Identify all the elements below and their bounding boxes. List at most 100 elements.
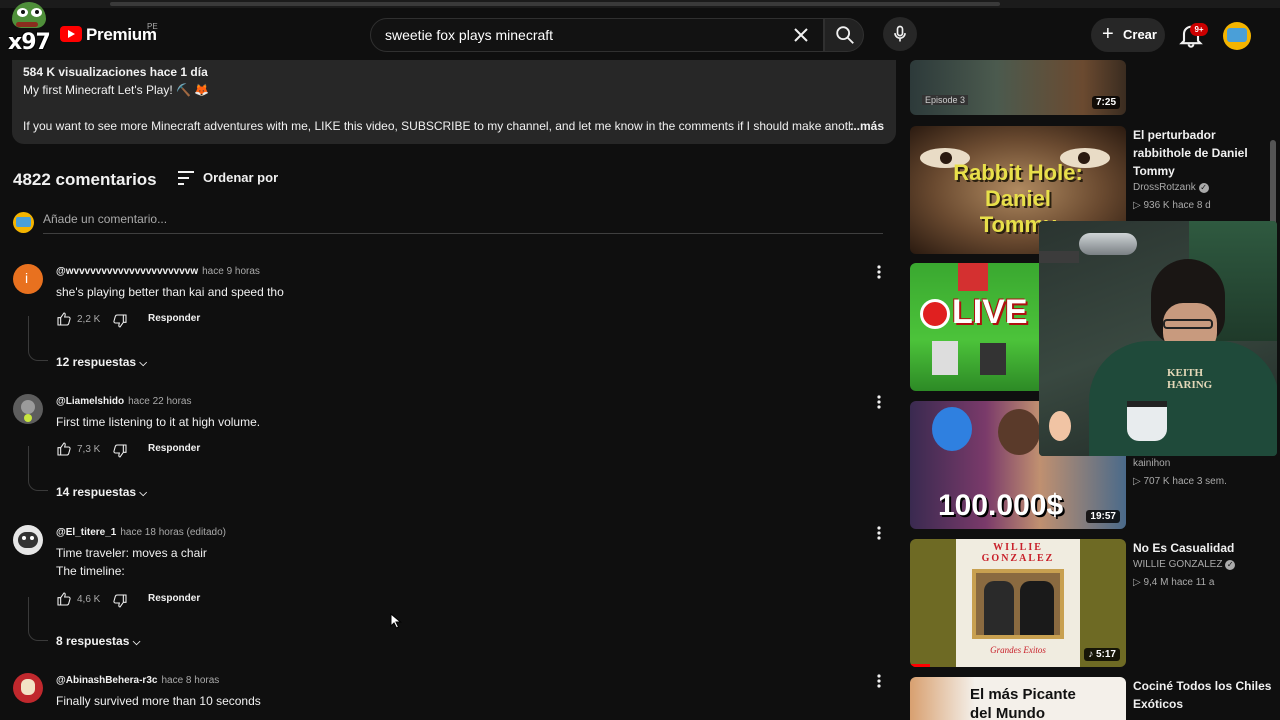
- video-thumbnail[interactable]: El más Picante del Mundo: [910, 677, 1126, 720]
- search-query[interactable]: sweetie fox plays minecraft: [385, 27, 553, 43]
- plus-icon: +: [1102, 23, 1114, 45]
- replies-toggle[interactable]: 14 respuestas ⌵: [56, 485, 147, 499]
- microphone-icon: [894, 25, 906, 42]
- comment-text: First time listening to it at high volum…: [56, 415, 261, 429]
- search-icon: [836, 26, 854, 44]
- coffee-cup-icon: [1127, 401, 1167, 441]
- sort-button[interactable]: Ordenar por: [176, 168, 286, 188]
- tab-strip: [110, 2, 1000, 6]
- channel-name[interactable]: DrossRotzank ✓: [1133, 182, 1209, 193]
- comment-author[interactable]: @AbinashBehera-r3c: [56, 675, 157, 686]
- add-comment-input[interactable]: Añade un comentario...: [43, 212, 883, 234]
- channel-name[interactable]: kainihon: [1133, 458, 1170, 469]
- microphone-icon: [1079, 233, 1137, 255]
- comment-text: she's playing better than kai and speed …: [56, 285, 284, 299]
- thread-connector: [28, 316, 48, 361]
- webcam-overlay: KEITH HARING: [1039, 221, 1277, 456]
- thumbnail-caption: El más Picante del Mundo: [970, 686, 1076, 720]
- comment-author[interactable]: @wvvvvvvvvvvvvvvvvvvvvvw: [56, 266, 198, 277]
- live-label: LIVE: [952, 293, 1028, 331]
- avatar[interactable]: [13, 673, 43, 703]
- more-vert-icon[interactable]: [872, 673, 886, 689]
- comment-author[interactable]: @El_titere_1: [56, 527, 116, 538]
- video-thumbnail[interactable]: Episode 3 7:25: [910, 60, 1126, 115]
- video-thumbnail[interactable]: WILLIE GONZALEZ Grandes Exitos ♪ 5:17: [910, 539, 1126, 667]
- comment-actions: 4,6 K Responder: [56, 591, 256, 611]
- account-avatar[interactable]: [1223, 22, 1251, 50]
- comment-time[interactable]: hace 9 horas: [202, 266, 260, 277]
- thumbs-up-icon[interactable]: [56, 311, 72, 327]
- replies-label: 8 respuestas: [56, 634, 130, 648]
- browser-top-strip: [0, 0, 1280, 8]
- sort-label: Ordenar por: [203, 170, 279, 185]
- thumbs-down-icon[interactable]: [112, 593, 128, 609]
- comment-time[interactable]: hace 8 horas: [161, 675, 219, 686]
- video-title[interactable]: No Es Casualidad: [1133, 539, 1273, 557]
- comment-text: Finally survived more than 10 seconds: [56, 694, 261, 708]
- avatar[interactable]: [13, 394, 43, 424]
- youtube-logo-icon[interactable]: [60, 26, 82, 42]
- more-vert-icon[interactable]: [872, 525, 886, 541]
- search-input[interactable]: sweetie fox plays minecraft: [370, 18, 824, 52]
- video-title[interactable]: El perturbador rabbithole de Daniel Tomm…: [1133, 126, 1273, 180]
- channel-name-text: DrossRotzank: [1133, 182, 1196, 193]
- more-vert-icon[interactable]: [872, 394, 886, 410]
- create-label: Crear: [1123, 27, 1157, 42]
- show-more-button[interactable]: ...más: [850, 119, 884, 133]
- thumbs-down-icon[interactable]: [112, 443, 128, 459]
- masthead: x97 Premium PE sweetie fox plays minecra…: [0, 2, 1280, 60]
- streamer-tag: x97: [8, 30, 51, 55]
- mouse-cursor-icon: [390, 613, 402, 629]
- reply-button[interactable]: Responder: [148, 313, 200, 324]
- create-button[interactable]: + Crear: [1091, 18, 1165, 52]
- like-count: 2,2 K: [77, 314, 101, 325]
- description-stats: 584 K visualizaciones hace 1 día: [23, 65, 208, 79]
- like-count: 4,6 K: [77, 594, 101, 605]
- comment-header: @AbinashBehera-r3c hace 8 horas: [56, 675, 219, 686]
- thumbnail-subcaption: Grandes Exitos: [990, 645, 1046, 655]
- avatar[interactable]: [13, 525, 43, 555]
- comment-actions: 7,3 K Responder: [56, 441, 256, 461]
- video-title[interactable]: Cociné Todos los Chiles Exóticos: [1133, 677, 1273, 713]
- reply-button[interactable]: Responder: [148, 593, 200, 604]
- sort-icon: [178, 171, 194, 185]
- thread-connector: [28, 446, 48, 491]
- comment-count: 4822 comentarios: [13, 170, 157, 189]
- channel-name-text: WILLIE GONZALEZ: [1133, 559, 1223, 570]
- close-icon[interactable]: [789, 23, 813, 47]
- video-meta: ▷ 936 K hace 8 d: [1133, 200, 1211, 211]
- more-vert-icon[interactable]: [872, 264, 886, 280]
- replies-label: 14 respuestas: [56, 485, 137, 499]
- chevron-down-icon: ⌵: [139, 488, 147, 499]
- replies-toggle[interactable]: 8 respuestas ⌵: [56, 634, 140, 648]
- thumbs-up-icon[interactable]: [56, 591, 72, 607]
- thumbs-down-icon[interactable]: [112, 313, 128, 329]
- search-button[interactable]: [824, 18, 864, 52]
- avatar[interactable]: i: [13, 264, 43, 294]
- verified-icon: ✓: [1225, 560, 1236, 570]
- replies-toggle[interactable]: 12 respuestas ⌵: [56, 355, 147, 369]
- thumbnail-caption: Episode 3: [922, 95, 969, 105]
- channel-name[interactable]: WILLIE GONZALEZ ✓: [1133, 559, 1236, 570]
- thumbs-up-icon[interactable]: [56, 441, 72, 457]
- thumbnail-caption: 100.000$: [938, 489, 1064, 522]
- voice-search-button[interactable]: [883, 17, 917, 51]
- comment-time[interactable]: hace 18 horas (editado): [120, 527, 226, 538]
- video-description[interactable]: 584 K visualizaciones hace 1 día My firs…: [12, 60, 896, 144]
- comment-author[interactable]: @Liamelshido: [56, 396, 124, 407]
- reply-button[interactable]: Responder: [148, 443, 200, 454]
- comment-text-line: The timeline:: [56, 564, 125, 578]
- chevron-down-icon: ⌵: [139, 358, 147, 369]
- duration-badge: ♪ 5:17: [1084, 648, 1120, 661]
- comment-time[interactable]: hace 22 horas: [128, 396, 191, 407]
- like-count: 7,3 K: [77, 444, 101, 455]
- heart-icon: [920, 299, 950, 329]
- duration-badge: 19:57: [1086, 510, 1120, 523]
- thread-connector: [28, 597, 48, 641]
- replies-label: 12 respuestas: [56, 355, 137, 369]
- streamer-logo: x97: [6, 2, 51, 58]
- country-code: PE: [147, 22, 158, 31]
- video-meta: ▷ 9,4 M hace 11 a: [1133, 577, 1215, 588]
- description-body: If you want to see more Minecraft advent…: [23, 119, 853, 133]
- comment-header: @El_titere_1 hace 18 horas (editado): [56, 527, 226, 538]
